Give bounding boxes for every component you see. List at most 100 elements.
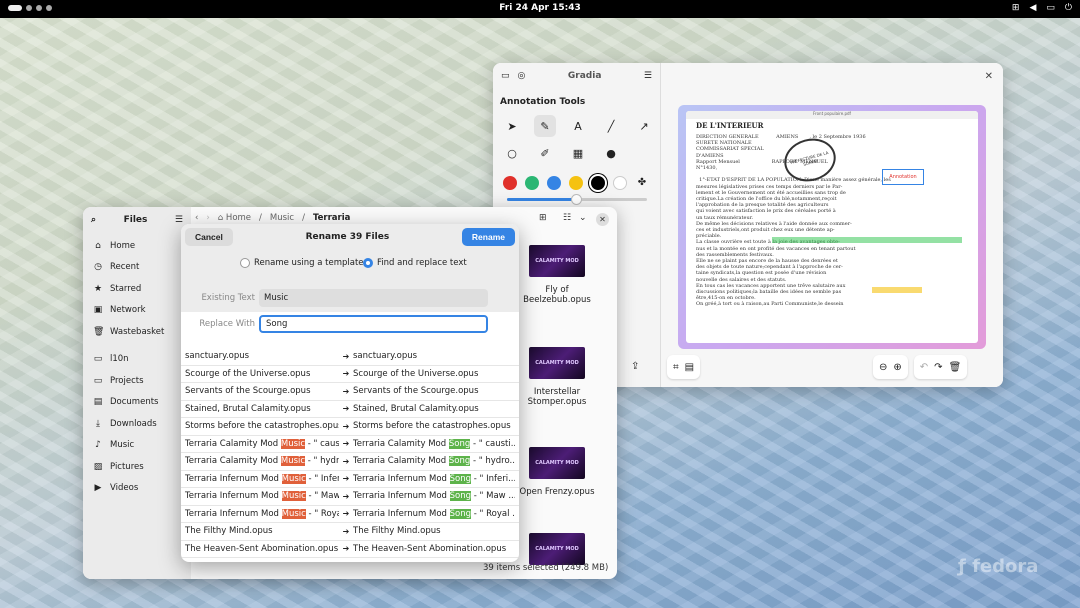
circle-icon[interactable]: ○	[501, 142, 523, 164]
share-icon[interactable]: ⇪	[631, 361, 639, 372]
old-filename: Terraria Calamity Mod Music - " hydr...	[185, 456, 339, 467]
sidebar-item-recent[interactable]: ◷ Recent	[83, 257, 191, 279]
color-swatch-blue[interactable]	[547, 176, 561, 190]
fill-icon[interactable]: ●	[600, 142, 622, 164]
sidebar-item-downloads[interactable]: ⤓ Downloads	[83, 413, 191, 435]
new-filename: The Filthy Mind.opus	[353, 526, 441, 537]
system-tray[interactable]: ⊞ ◀ ▭ ⏻	[1012, 3, 1072, 13]
new-filename: The Heaven-Sent Abomination.opus	[353, 543, 507, 554]
color-swatch-white[interactable]	[613, 176, 627, 190]
close-icon[interactable]: ✕	[596, 213, 609, 226]
sidebar-item-videos[interactable]: ▶ Videos	[83, 478, 191, 500]
stroke-size-slider[interactable]	[507, 194, 647, 205]
dialog-title: Rename 39 Files	[305, 232, 390, 242]
zoom-in-icon[interactable]: ⊕	[893, 362, 901, 373]
sidebar-item-documents[interactable]: ▤ Documents	[83, 392, 191, 414]
replace-radio[interactable]: Find and replace text	[363, 258, 467, 268]
home-icon: ⌂	[95, 240, 101, 251]
zoom-out-icon[interactable]: ⊖	[879, 362, 887, 373]
annotation-box[interactable]: Annotation	[882, 169, 924, 185]
template-radio[interactable]: Rename using a template	[240, 258, 364, 268]
sidebar-item-label: Starred	[110, 283, 142, 294]
breadcrumb-home[interactable]: ⌂ Home	[218, 213, 251, 223]
sidebar-item-label: Wastebasket	[110, 326, 165, 337]
arrow-icon: ➔	[342, 369, 350, 379]
back-icon[interactable]: ‹	[195, 213, 198, 223]
color-swatch-yellow[interactable]	[569, 176, 583, 190]
delete-icon[interactable]: 🗑	[949, 362, 962, 373]
arrow-icon: ➔	[342, 404, 350, 414]
file-item[interactable]: CALAMITY MOD Fly of Beelzebub.opus	[517, 245, 597, 305]
cancel-button[interactable]: Cancel	[185, 228, 233, 246]
old-filename: Scourge of the Universe.opus	[185, 368, 311, 379]
color-swatch-green[interactable]	[525, 176, 539, 190]
sidebar-item-starred[interactable]: ★ Starred	[83, 278, 191, 300]
crop-icon[interactable]: ⌗	[673, 362, 679, 373]
color-swatch-red[interactable]	[503, 176, 517, 190]
line-icon[interactable]: ╱	[600, 115, 622, 137]
file-name: Fly of Beelzebub.opus	[523, 285, 591, 305]
videos-icon: ▶	[94, 483, 102, 494]
undo-icon[interactable]: ↶	[920, 362, 928, 373]
open-file-icon[interactable]: ▭	[501, 71, 510, 81]
sidebar-item-label: Videos	[110, 483, 139, 494]
rename-button[interactable]: Rename	[461, 228, 515, 246]
document-screenshot: Front populaire.pdf DE L'INTERIEUR DIREC…	[686, 111, 978, 343]
file-name: Interstellar Stomper.opus	[527, 387, 587, 407]
image-canvas: ✕ Front populaire.pdf DE L'INTERIEUR DIR…	[661, 63, 1003, 387]
menu-icon[interactable]: ☰	[175, 215, 183, 225]
file-item[interactable]: CALAMITY MOD Interstellar Stomper.opus	[517, 347, 597, 407]
star-icon: ★	[93, 283, 103, 294]
rename-dialog: Cancel Rename 39 Files Rename Rename usi…	[181, 224, 519, 562]
new-filename: Terraria Infernum Mod Song - " Inferi...	[353, 473, 515, 484]
rename-row: Terraria Infernum Mod Music - " Roya...➔…	[181, 506, 519, 523]
documents-icon: ▤	[93, 397, 103, 408]
clock[interactable]: Fri 24 Apr 15:43	[0, 3, 1080, 13]
files-title: Files	[123, 215, 148, 225]
pen-icon[interactable]: ✎	[534, 115, 556, 137]
arrow-icon: ➔	[342, 509, 350, 519]
search-icon[interactable]: ⌕	[91, 215, 96, 225]
sidebar-item-home[interactable]: ⌂ Home	[83, 235, 191, 257]
existing-text-field[interactable]: Music	[259, 289, 488, 307]
recent-icon: ◷	[94, 262, 102, 273]
replace-with-field[interactable]: Song	[259, 315, 488, 333]
sidebar-item-pictures[interactable]: ▨ Pictures	[83, 456, 191, 478]
arrow-icon[interactable]: ↗	[633, 115, 655, 137]
network-icon: ▣	[93, 305, 103, 316]
menu-icon[interactable]: ☰	[644, 71, 652, 81]
arrow-icon: ➔	[342, 456, 350, 466]
pointer-icon[interactable]: ➤	[501, 115, 523, 137]
breadcrumb-music[interactable]: Music	[270, 213, 294, 223]
sidebar-item-projects[interactable]: ▭ Projects	[83, 370, 191, 392]
color-swatch-black[interactable]	[589, 174, 607, 192]
screenshot-icon[interactable]: ◎	[518, 71, 526, 81]
sidebar-item-label: Downloads	[110, 418, 157, 429]
custom-color-icon[interactable]: ✤	[635, 176, 649, 190]
rename-row: sanctuary.opus ➔ sanctuary.opus	[181, 348, 519, 366]
sidebar-item-wastebasket[interactable]: 🗑 Wastebasket	[83, 321, 191, 343]
sidebar-item-music[interactable]: ♪ Music	[83, 435, 191, 457]
forward-icon[interactable]: ›	[206, 213, 209, 223]
layout-icon[interactable]: ▤	[685, 362, 694, 373]
rename-row: Terraria Infernum Mod Music - " Inferi..…	[181, 471, 519, 488]
highlighter-icon[interactable]: ✐	[534, 142, 556, 164]
redo-icon[interactable]: ↷	[934, 362, 942, 373]
breadcrumb-terraria[interactable]: Terraria	[313, 213, 350, 223]
rename-row: Scourge of the Universe.opus ➔ Scourge of …	[181, 366, 519, 383]
close-icon[interactable]: ✕	[985, 71, 993, 82]
album-art: CALAMITY MOD	[529, 533, 585, 565]
sidebar-item-network[interactable]: ▣ Network	[83, 300, 191, 322]
new-folder-icon[interactable]: ⊞	[539, 213, 547, 223]
sidebar-item-l10n[interactable]: ▭ l10n	[83, 349, 191, 371]
view-toggle-icon[interactable]: ☷	[563, 213, 571, 223]
crop-toolbar: ⌗ ▤	[667, 355, 701, 379]
rename-row: Terraria Calamity Mod Music - " hydr...➔…	[181, 453, 519, 471]
pixelate-icon[interactable]: ▦	[567, 142, 589, 164]
file-item[interactable]: CALAMITY MOD Open Frenzy.opus	[517, 447, 597, 497]
new-filename: sanctuary.opus	[353, 351, 418, 362]
old-filename: sanctuary.opus	[185, 351, 250, 362]
folder-icon: ▭	[93, 375, 103, 386]
text-icon[interactable]: A	[567, 115, 589, 137]
chevron-down-icon[interactable]: ⌄	[579, 213, 587, 223]
